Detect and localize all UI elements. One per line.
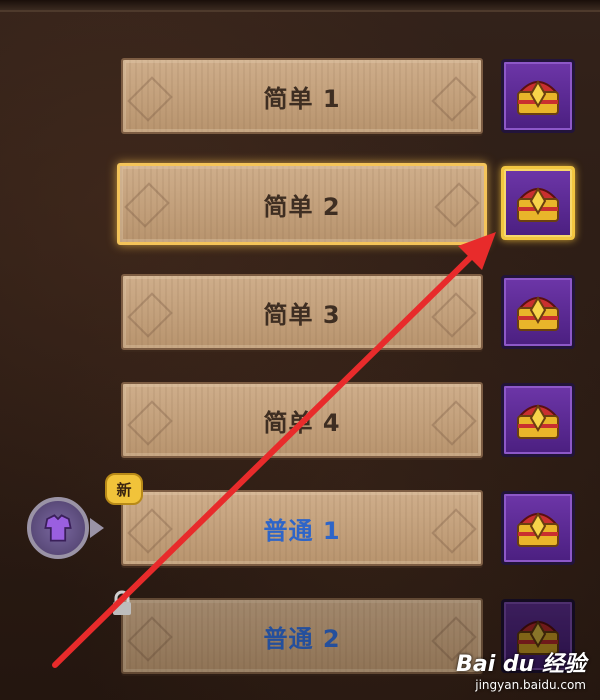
level-label: 简单 3 bbox=[263, 300, 341, 329]
player-avatar[interactable] bbox=[27, 497, 89, 559]
level-button-easy-2[interactable]: 简单 2 bbox=[117, 163, 487, 245]
chest-reward-button[interactable] bbox=[501, 59, 575, 133]
level-label: 简单 4 bbox=[263, 408, 341, 437]
level-button-normal-2[interactable]: 普通 2 bbox=[121, 598, 483, 674]
level-label: 简单 2 bbox=[263, 192, 341, 221]
treasure-chest-icon bbox=[517, 404, 559, 439]
level-label: 普通 1 bbox=[263, 516, 341, 545]
treasure-chest-icon bbox=[517, 512, 559, 547]
level-label: 简单 1 bbox=[263, 84, 341, 113]
level-label: 普通 2 bbox=[263, 624, 341, 653]
knot-ornament bbox=[434, 182, 480, 228]
level-button-easy-1[interactable]: 简单 1 bbox=[121, 58, 483, 134]
knot-ornament bbox=[127, 292, 173, 338]
knot-ornament bbox=[431, 400, 477, 446]
knot-ornament bbox=[431, 292, 477, 338]
knot-ornament bbox=[127, 76, 173, 122]
knot-ornament bbox=[127, 616, 173, 662]
armor-icon bbox=[44, 514, 72, 542]
level-button-normal-1[interactable]: 普通 1 bbox=[121, 490, 483, 566]
top-border bbox=[0, 0, 600, 12]
lock-icon bbox=[113, 590, 131, 615]
avatar-pointer bbox=[90, 518, 104, 538]
chest-reward-button[interactable] bbox=[501, 491, 575, 565]
level-button-easy-4[interactable]: 简单 4 bbox=[121, 382, 483, 458]
new-badge: 新 bbox=[105, 473, 143, 505]
chest-reward-button[interactable] bbox=[501, 166, 575, 240]
chest-reward-button[interactable] bbox=[501, 275, 575, 349]
treasure-chest-icon bbox=[517, 187, 559, 222]
knot-ornament bbox=[431, 508, 477, 554]
watermark-url: jingyan.baidu.com bbox=[475, 678, 586, 692]
knot-ornament bbox=[431, 76, 477, 122]
treasure-chest-icon bbox=[517, 80, 559, 115]
chest-reward-button[interactable] bbox=[501, 383, 575, 457]
level-button-easy-3[interactable]: 简单 3 bbox=[121, 274, 483, 350]
knot-ornament bbox=[127, 400, 173, 446]
watermark: Bai du 经验 jingyan.baidu.com bbox=[456, 646, 586, 692]
watermark-logo: Bai du 经验 bbox=[456, 652, 586, 677]
knot-ornament bbox=[127, 508, 173, 554]
treasure-chest-icon bbox=[517, 296, 559, 331]
knot-ornament bbox=[124, 182, 170, 228]
